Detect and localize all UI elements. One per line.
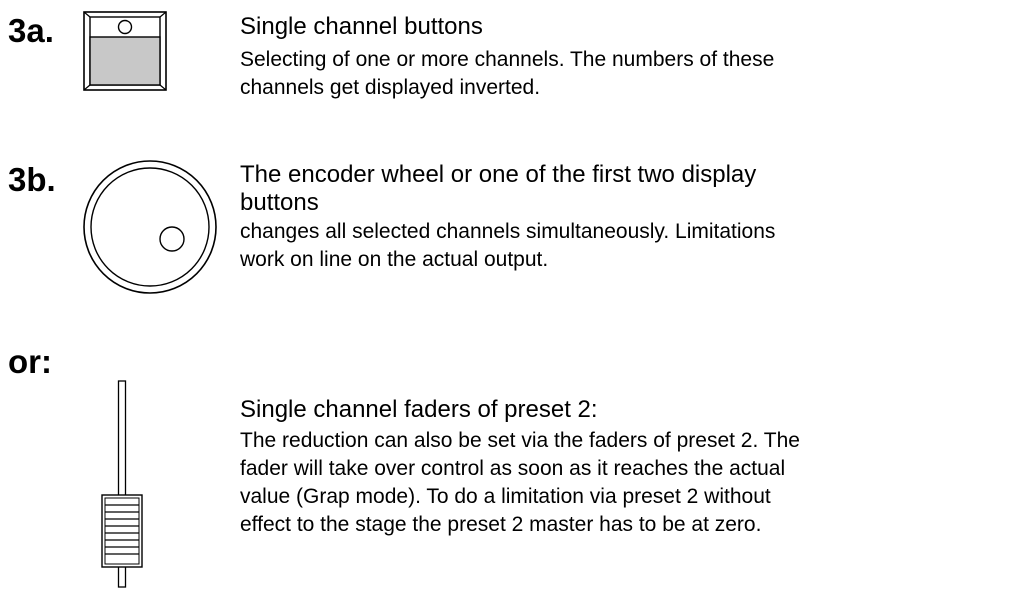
- fader-icon: [101, 380, 143, 588]
- section-3a-description: Selecting of one or more channels. The n…: [240, 46, 774, 102]
- step-label-3a: 3a.: [8, 12, 54, 49]
- section-3a-title: Single channel buttons: [240, 13, 483, 40]
- description-line: effect to the stage the preset 2 master …: [240, 513, 762, 536]
- description-line: The reduction can also be set via the fa…: [240, 429, 800, 452]
- description-line: Selecting of one or more channels. The n…: [240, 48, 775, 71]
- channel-button-icon: [83, 11, 167, 91]
- description-line: changes all selected channels simultaneo…: [240, 220, 776, 243]
- section-3b-title: The encoder wheel or one of the first tw…: [240, 161, 756, 217]
- section-3b-description: changes all selected channels simultaneo…: [240, 218, 775, 274]
- step-label-or: or:: [8, 343, 52, 380]
- description-line: channels get displayed inverted.: [240, 76, 541, 99]
- encoder-wheel-icon: [83, 160, 217, 294]
- description-line: value (Grap mode). To do a limitation vi…: [240, 485, 771, 508]
- section-or-title: Single channel faders of preset 2:: [240, 396, 598, 423]
- description-line: fader will take over control as soon as …: [240, 457, 786, 480]
- step-label-3b: 3b.: [8, 161, 56, 198]
- title-line: The encoder wheel or one of the first tw…: [240, 161, 757, 188]
- description-line: work on line on the actual output.: [240, 248, 549, 271]
- title-line: buttons: [240, 189, 319, 216]
- section-or-description: The reduction can also be set via the fa…: [240, 427, 800, 539]
